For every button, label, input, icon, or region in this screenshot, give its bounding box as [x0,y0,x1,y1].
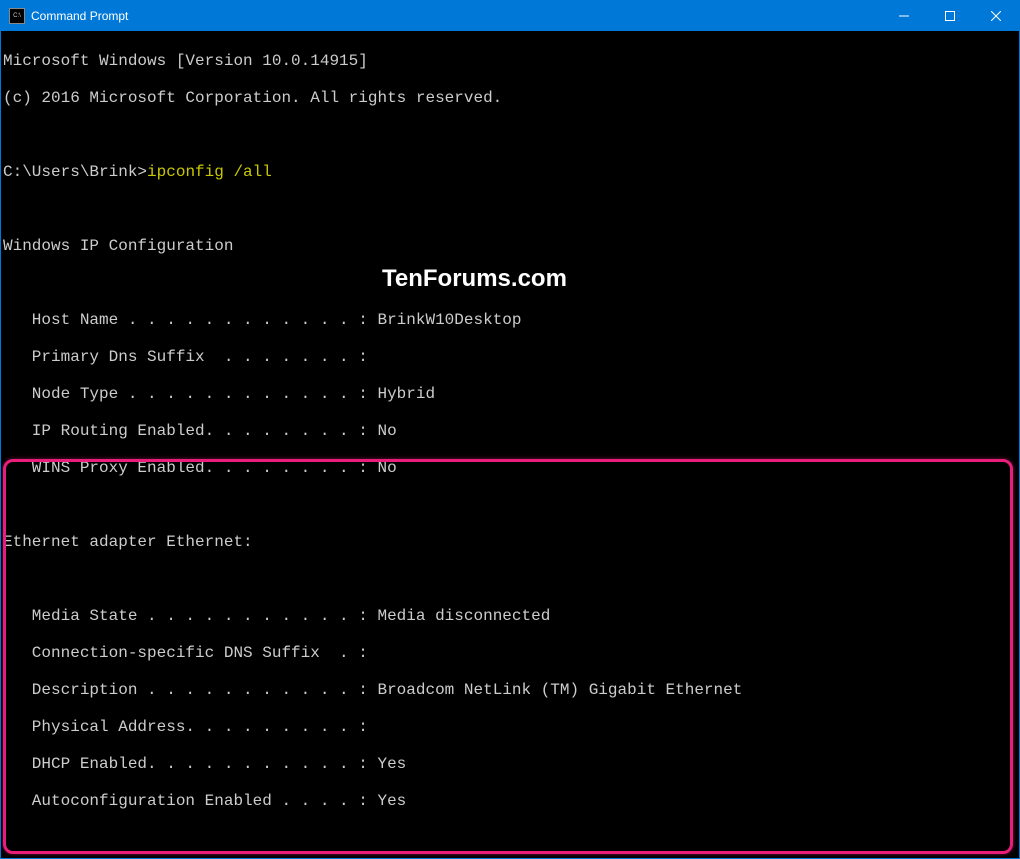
window-title: Command Prompt [31,9,881,23]
window-controls [881,1,1019,31]
output-line: WINS Proxy Enabled. . . . . . . . : No [3,459,1019,478]
header-line: Microsoft Windows [Version 10.0.14915] [3,52,1019,71]
cmd-icon: C:\ [9,8,25,24]
output-line: IP Routing Enabled. . . . . . . . : No [3,422,1019,441]
close-button[interactable] [973,1,1019,31]
redacted-mac [377,718,557,734]
output-line: Description . . . . . . . . . . . : Broa… [3,681,1019,700]
output-line: Node Type . . . . . . . . . . . . : Hybr… [3,385,1019,404]
blank-line [3,829,1019,848]
minimize-button[interactable] [881,1,927,31]
blank-line [3,570,1019,589]
blank-line [3,200,1019,219]
prompt-line: C:\Users\Brink>ipconfig /all [3,163,1019,182]
output-line: Physical Address. . . . . . . . . : [3,718,1019,737]
maximize-button[interactable] [927,1,973,31]
terminal-output[interactable]: Microsoft Windows [Version 10.0.14915] (… [1,31,1019,858]
command-text: ipconfig /all [147,163,272,181]
output-line: Connection-specific DNS Suffix . : [3,644,1019,663]
output-line: DHCP Enabled. . . . . . . . . . . : Yes [3,755,1019,774]
close-icon [991,11,1001,21]
section-header: Ethernet adapter Ethernet: [3,533,1019,552]
titlebar[interactable]: C:\ Command Prompt [1,1,1019,31]
command-prompt-window: C:\ Command Prompt Microsoft Windows [Ve… [0,0,1020,859]
maximize-icon [945,11,955,21]
output-line: Primary Dns Suffix . . . . . . . : [3,348,1019,367]
blank-line [3,126,1019,145]
output-line: Host Name . . . . . . . . . . . . : Brin… [3,311,1019,330]
watermark-text: TenForums.com [382,270,567,289]
copyright-line: (c) 2016 Microsoft Corporation. All righ… [3,89,1019,108]
blank-line [3,496,1019,515]
section-header: Windows IP Configuration [3,237,1019,256]
output-line: Autoconfiguration Enabled . . . . : Yes [3,792,1019,811]
minimize-icon [899,11,909,21]
output-line: Media State . . . . . . . . . . . : Medi… [3,607,1019,626]
